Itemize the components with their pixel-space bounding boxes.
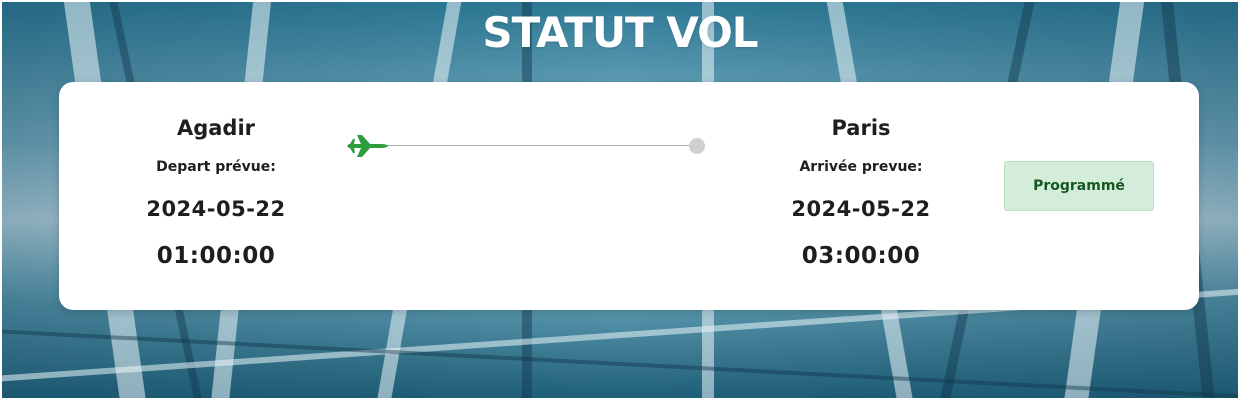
- page-title: STATUT VOL: [482, 8, 758, 57]
- airplane-icon: [347, 135, 388, 157]
- departure-city: Agadir: [176, 116, 256, 140]
- arrival-label: Arrivée prevue:: [799, 159, 923, 175]
- destination-marker: [689, 138, 705, 154]
- arrival-section: Paris Arrivée prevue: 2024-05-22 03:00:0…: [731, 116, 991, 275]
- departure-time: 01:00:00: [156, 243, 276, 269]
- arrival-time: 03:00:00: [801, 243, 921, 269]
- departure-section: Agadir Depart prévue: 2024-05-22 01:00:0…: [86, 116, 346, 275]
- arrival-city: Paris: [831, 116, 891, 140]
- route-line: [377, 145, 697, 146]
- departure-date: 2024-05-22: [146, 197, 286, 221]
- flight-status-card: Agadir Depart prévue: 2024-05-22 01:00:0…: [59, 82, 1199, 310]
- departure-label: Depart prévue:: [156, 159, 276, 175]
- arrival-date: 2024-05-22: [791, 197, 931, 221]
- status-badge: Programmé: [1004, 161, 1154, 211]
- flight-route: [347, 134, 707, 158]
